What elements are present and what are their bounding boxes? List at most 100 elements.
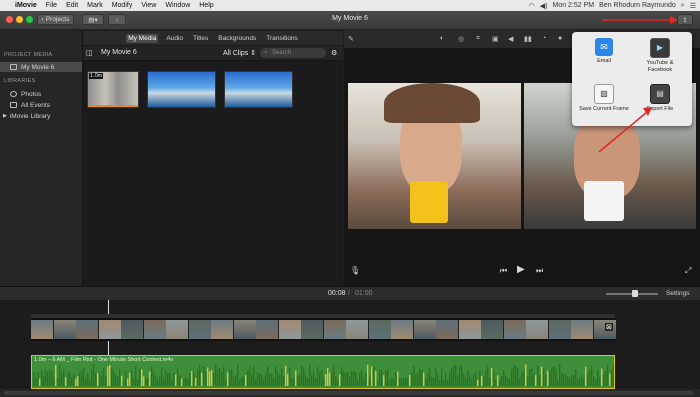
speed-icon[interactable]: ◔ bbox=[542, 35, 546, 42]
menu-modify[interactable]: Modify bbox=[112, 2, 133, 9]
play-icon[interactable]: ▶ bbox=[517, 264, 525, 275]
menu-file[interactable]: File bbox=[46, 2, 57, 9]
waveform-bar bbox=[381, 369, 383, 386]
waveform-bar bbox=[237, 364, 239, 386]
waveform-bar bbox=[63, 369, 65, 386]
zoom-slider-thumb[interactable] bbox=[632, 290, 638, 297]
save-frame-icon: ▨ bbox=[594, 84, 614, 104]
waveform-bar bbox=[49, 369, 51, 386]
equalizer-icon[interactable]: ▮▮ bbox=[524, 35, 532, 43]
media-clip-1[interactable]: 1.0m bbox=[87, 71, 139, 108]
menu-help[interactable]: Help bbox=[199, 2, 213, 9]
waveform-bar bbox=[551, 367, 553, 386]
waveform-bar bbox=[495, 379, 497, 386]
waveform-bar bbox=[425, 378, 427, 386]
tab-my-media[interactable]: My Media bbox=[126, 33, 159, 43]
waveform-bar bbox=[513, 364, 515, 386]
filmstrip-frame bbox=[503, 320, 527, 339]
menu-mark[interactable]: Mark bbox=[87, 2, 103, 9]
wifi-icon[interactable]: ◠ bbox=[529, 2, 535, 10]
filmstrip-frame bbox=[481, 320, 504, 339]
skip-back-icon[interactable]: ⏮ bbox=[500, 266, 507, 276]
waveform-bar bbox=[105, 375, 107, 386]
timeline-scrollbar-thumb[interactable] bbox=[4, 391, 694, 395]
browser-settings-icon[interactable]: ⚙ bbox=[331, 49, 337, 57]
waveform-bar bbox=[121, 375, 123, 386]
disclosure-triangle-icon[interactable]: ▶ bbox=[3, 113, 7, 119]
waveform-bar bbox=[455, 365, 457, 386]
tab-titles[interactable]: Titles bbox=[191, 34, 210, 43]
menu-user[interactable]: Ben Rhodum Raymundo bbox=[599, 2, 676, 9]
sidebar-item-photos[interactable]: Photos bbox=[0, 89, 82, 99]
sidebar-toggle-icon[interactable]: ◫ bbox=[86, 49, 93, 57]
yellow-mug bbox=[410, 181, 448, 223]
sidebar-item-all-events[interactable]: All Events bbox=[0, 100, 82, 110]
waveform-bar bbox=[213, 372, 215, 386]
waveform-bar bbox=[93, 364, 95, 386]
media-clip-2[interactable] bbox=[147, 71, 216, 108]
waveform-bar bbox=[215, 364, 217, 386]
waveform-bar bbox=[549, 371, 551, 386]
waveform-bar bbox=[355, 372, 357, 386]
sidebar-item-label: Photos bbox=[21, 90, 42, 98]
woman-hair bbox=[384, 83, 480, 123]
notification-center-icon[interactable]: ☰ bbox=[690, 2, 696, 10]
transition-icon[interactable]: ⊠ bbox=[605, 323, 613, 331]
waveform-bar bbox=[453, 364, 455, 386]
zoom-slider[interactable] bbox=[606, 290, 658, 297]
spotlight-icon[interactable]: ⌕ bbox=[681, 2, 685, 10]
waveform-bar bbox=[183, 378, 185, 386]
events-icon bbox=[10, 102, 17, 108]
waveform-bar bbox=[375, 370, 377, 386]
waveform-bar bbox=[593, 376, 595, 386]
tab-audio[interactable]: Audio bbox=[164, 34, 185, 43]
crop-icon[interactable]: ⌗ bbox=[476, 35, 480, 43]
filmstrip-frame bbox=[323, 320, 347, 339]
clip-filter-icon[interactable]: ● bbox=[558, 35, 562, 42]
waveform-bar bbox=[473, 373, 475, 386]
menu-window[interactable]: Window bbox=[165, 2, 190, 9]
video-track-clip[interactable] bbox=[31, 318, 616, 341]
stabilization-icon[interactable]: ▣ bbox=[492, 35, 499, 43]
waveform-bar bbox=[127, 378, 129, 386]
waveform-bar bbox=[475, 371, 477, 386]
waveform-bar bbox=[145, 377, 147, 386]
color-balance-icon[interactable]: ◐ bbox=[440, 35, 444, 42]
voiceover-mic-icon[interactable]: 🎙 bbox=[350, 266, 360, 275]
waveform-bar bbox=[613, 364, 614, 386]
volume-adjust-icon[interactable]: ◀ bbox=[508, 35, 513, 43]
waveform-bar bbox=[331, 372, 333, 386]
color-correction-icon[interactable]: ◎ bbox=[458, 35, 464, 43]
waveform-bar bbox=[157, 378, 159, 386]
tab-backgrounds[interactable]: Backgrounds bbox=[216, 34, 258, 43]
share-youtube-facebook-item[interactable]: ▶ YouTube & Facebook bbox=[634, 38, 686, 73]
menu-clock[interactable]: Mon 2:52 PM bbox=[553, 2, 595, 9]
skip-forward-icon[interactable]: ⏭ bbox=[536, 266, 543, 276]
waveform-bar bbox=[91, 369, 93, 386]
search-field[interactable]: ⌕ Search bbox=[260, 48, 326, 58]
waveform-bar bbox=[59, 364, 61, 386]
fullscreen-icon[interactable]: ⤢ bbox=[685, 266, 691, 276]
waveform-bar bbox=[231, 369, 233, 386]
timeline-settings-button[interactable]: Settings bbox=[666, 290, 690, 297]
waveform-bar bbox=[543, 367, 545, 386]
waveform-bar bbox=[545, 374, 547, 386]
menu-edit[interactable]: Edit bbox=[66, 2, 78, 9]
menu-app-name[interactable]: iMovie bbox=[15, 2, 37, 9]
waveform-bar bbox=[109, 365, 111, 386]
sidebar-item-imovie-library[interactable]: ▶ iMovie Library bbox=[0, 111, 82, 121]
magic-wand-icon[interactable]: ✎ bbox=[348, 35, 354, 43]
tab-transitions[interactable]: Transitions bbox=[264, 34, 300, 43]
clip-filter-select[interactable]: All Clips ⇕ bbox=[223, 49, 256, 57]
waveform-bar bbox=[353, 370, 355, 386]
waveform-bar bbox=[557, 379, 559, 386]
waveform-bar bbox=[439, 379, 441, 386]
sidebar-item-my-movie[interactable]: My Movie 6 bbox=[0, 62, 82, 72]
menu-view[interactable]: View bbox=[141, 2, 156, 9]
waveform-bar bbox=[493, 369, 495, 386]
media-clip-3[interactable] bbox=[224, 71, 293, 108]
share-email-item[interactable]: ✉ Email bbox=[578, 38, 630, 65]
waveform-bar bbox=[175, 374, 177, 386]
volume-icon[interactable]: ◀) bbox=[540, 2, 548, 10]
audio-track-clip[interactable]: 1.0m – 6 AM _ Film Riot - One Minute Sho… bbox=[31, 355, 615, 389]
